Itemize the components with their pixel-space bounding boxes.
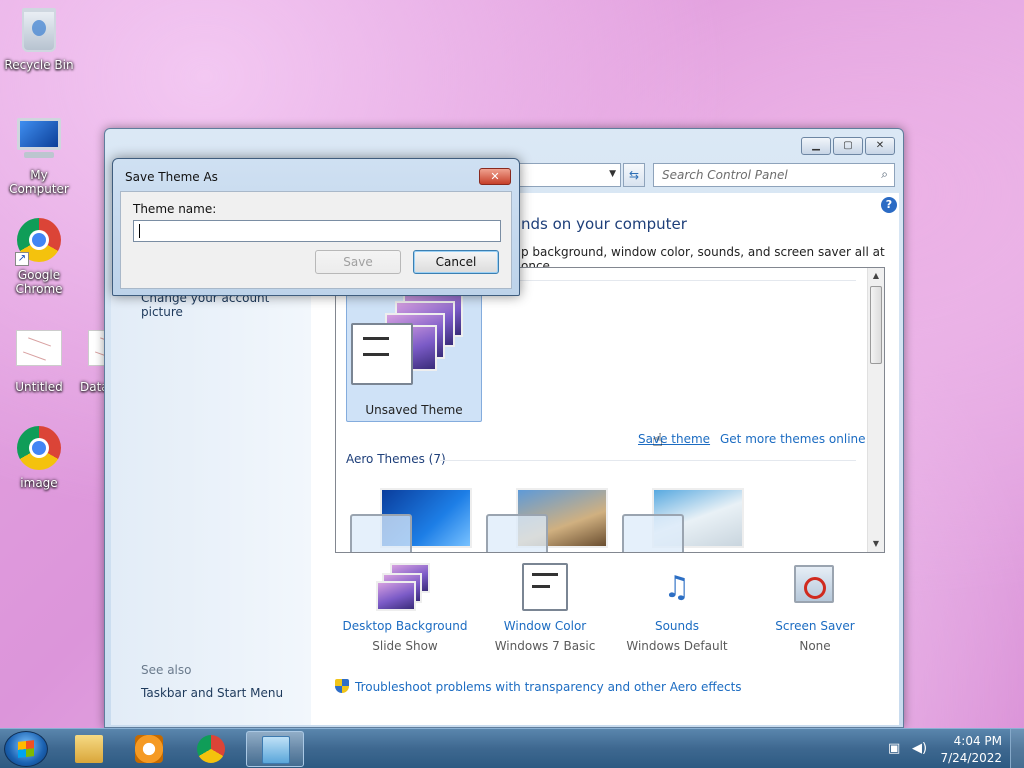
- taskbar-start-menu-link[interactable]: Taskbar and Start Menu: [141, 686, 283, 700]
- system-tray: ▣ ◀) 4:04 PM 7/24/2022: [874, 729, 1024, 768]
- chrome-icon: ↗: [15, 218, 63, 266]
- preview-bar: [532, 585, 550, 588]
- screen-saver-item[interactable]: Screen Saver None: [745, 563, 885, 653]
- theme-list[interactable]: Unsaved Theme Save theme ☝ Get more them…: [335, 267, 885, 553]
- dialog-close-button[interactable]: ✕: [479, 168, 511, 185]
- search-placeholder: Search Control Panel: [662, 168, 788, 182]
- window-color-preview: [622, 514, 684, 552]
- desktop-icon-my-computer[interactable]: My Computer: [0, 112, 78, 196]
- window-color-link[interactable]: Window Color: [475, 619, 615, 633]
- control-panel-icon: [262, 736, 290, 764]
- refresh-button[interactable]: ⇆: [623, 163, 645, 187]
- page-title: nds on your computer: [521, 215, 687, 233]
- desktop-icon-label: Google Chrome: [15, 268, 63, 296]
- troubleshoot-link[interactable]: Troubleshoot problems with transparency …: [335, 679, 742, 694]
- window-color-preview: [350, 514, 412, 552]
- vertical-scrollbar[interactable]: ▲ ▼: [867, 268, 884, 552]
- troubleshoot-label: Troubleshoot problems with transparency …: [355, 680, 742, 694]
- clock-date[interactable]: 7/24/2022: [922, 751, 1002, 765]
- hand-cursor-icon: ☝: [652, 430, 663, 451]
- folder-icon: [75, 735, 103, 763]
- taskbar-chrome[interactable]: [182, 731, 240, 767]
- scroll-up-icon[interactable]: ▲: [868, 268, 884, 284]
- taskbar: ▣ ◀) 4:04 PM 7/24/2022: [0, 728, 1024, 768]
- start-button[interactable]: [4, 731, 48, 767]
- theme-name-label: Theme name:: [133, 202, 217, 216]
- sounds-value: Windows Default: [626, 639, 728, 653]
- help-icon[interactable]: ?: [881, 197, 897, 213]
- aero-theme-characters[interactable]: [622, 478, 752, 552]
- shield-icon: [335, 679, 349, 693]
- aero-theme-architecture[interactable]: [486, 478, 616, 552]
- search-input[interactable]: Search Control Panel ⌕: [653, 163, 895, 187]
- desktop-icon-label: image: [20, 476, 58, 490]
- sounds-link[interactable]: Sounds: [607, 619, 747, 633]
- screen-saver-link[interactable]: Screen Saver: [745, 619, 885, 633]
- save-button[interactable]: Save: [315, 250, 401, 274]
- show-desktop-button[interactable]: [1010, 729, 1024, 768]
- customization-bar: Desktop Background Slide Show Window Col…: [335, 563, 885, 663]
- see-also-heading: See also: [141, 663, 192, 677]
- screen-saver-icon: [786, 563, 844, 613]
- save-theme-link[interactable]: Save theme: [638, 432, 710, 446]
- desktop-icon-label: Recycle Bin: [4, 58, 74, 72]
- aero-theme-windows-7[interactable]: [350, 478, 480, 552]
- unsaved-theme-label: Unsaved Theme: [365, 403, 463, 417]
- get-more-themes-link[interactable]: Get more themes online: [720, 432, 866, 446]
- address-bar[interactable]: ▼: [513, 163, 621, 187]
- sounds-icon: ♫: [663, 570, 691, 605]
- aero-themes-heading: Aero Themes (7): [346, 452, 446, 466]
- cancel-button[interactable]: Cancel: [413, 250, 499, 274]
- divider: [440, 460, 856, 461]
- taskbar-control-panel[interactable]: [246, 731, 304, 767]
- sounds-item[interactable]: ♫ Sounds Windows Default: [607, 563, 747, 653]
- desktop-background-icon: [376, 563, 434, 613]
- taskbar-explorer[interactable]: [60, 731, 118, 767]
- save-theme-dialog: Save Theme As ✕ Theme name: Save Cancel: [112, 158, 520, 296]
- taskbar-media-player[interactable]: [120, 731, 178, 767]
- close-icon: ✕: [490, 170, 500, 183]
- dialog-title: Save Theme As: [125, 170, 218, 184]
- scrollbar-thumb[interactable]: [870, 286, 882, 364]
- desktop-icon-google-chrome[interactable]: ↗ Google Chrome: [0, 216, 78, 296]
- preview-bar: [363, 337, 389, 340]
- window-color-value: Windows 7 Basic: [494, 639, 596, 653]
- media-player-icon: [135, 735, 163, 763]
- desktop-background-item[interactable]: Desktop Background Slide Show: [335, 563, 475, 653]
- window-color-icon: [516, 563, 574, 613]
- minimize-button[interactable]: ▁: [801, 137, 831, 155]
- document-icon: [15, 330, 63, 378]
- preview-bar: [363, 353, 389, 356]
- chevron-down-icon[interactable]: ▼: [609, 169, 616, 179]
- search-icon[interactable]: ⌕: [881, 167, 888, 182]
- theme-name-input[interactable]: [133, 220, 501, 242]
- desktop-background-link[interactable]: Desktop Background: [335, 619, 475, 633]
- refresh-icon: ⇆: [628, 168, 640, 182]
- clock-time[interactable]: 4:04 PM: [922, 734, 1002, 748]
- window-color-preview: [351, 323, 413, 385]
- close-button[interactable]: ✕: [865, 137, 895, 155]
- chrome-icon: [197, 735, 225, 763]
- computer-icon: [15, 118, 63, 166]
- dialog-body: Theme name: Save Cancel: [120, 191, 512, 289]
- desktop-icon-label: My Computer: [9, 168, 69, 196]
- desktop-icon-image[interactable]: image: [0, 424, 78, 490]
- preview-bar: [532, 573, 558, 576]
- window-color-preview: [486, 514, 548, 552]
- window-controls: ▁ ▢ ✕: [801, 137, 895, 155]
- maximize-button[interactable]: ▢: [833, 137, 863, 155]
- text-caret: [139, 224, 140, 238]
- unsaved-theme-tile[interactable]: Unsaved Theme: [346, 286, 482, 422]
- desktop-icon-recycle-bin[interactable]: Recycle Bin: [0, 8, 78, 72]
- chrome-icon: [15, 426, 63, 474]
- network-icon[interactable]: ▣: [888, 741, 904, 757]
- scroll-down-icon[interactable]: ▼: [868, 536, 884, 552]
- window-color-item[interactable]: Window Color Windows 7 Basic: [475, 563, 615, 653]
- desktop-background-value: Slide Show: [372, 639, 438, 653]
- recycle-bin-icon: [15, 8, 63, 56]
- screen-saver-value: None: [799, 639, 831, 653]
